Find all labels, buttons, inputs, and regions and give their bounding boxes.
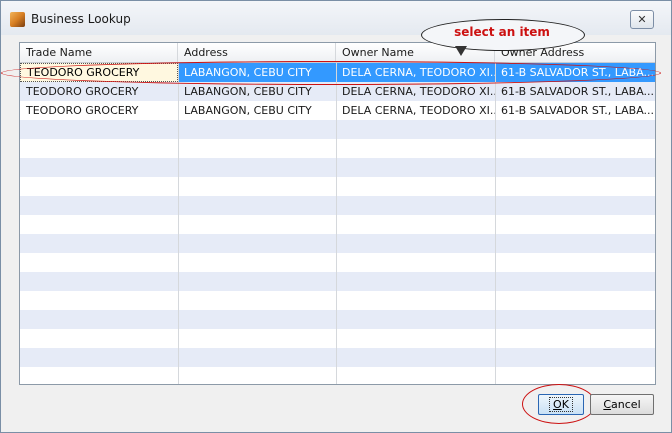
empty-row — [20, 348, 655, 367]
table-cell[interactable]: 61-B SALVADOR ST., LABA... — [495, 82, 655, 101]
empty-row — [20, 253, 655, 272]
table-cell[interactable]: LABANGON, CEBU CITY — [178, 101, 336, 120]
empty-row — [20, 139, 655, 158]
callout-pointer — [455, 46, 467, 56]
column-header-address[interactable]: Address — [178, 43, 336, 62]
empty-row — [20, 329, 655, 348]
table-cell[interactable]: TEODORO GROCERY — [20, 101, 178, 120]
selection-highlight-annotation — [1, 61, 661, 85]
empty-row — [20, 367, 655, 384]
empty-row — [20, 272, 655, 291]
empty-row — [20, 196, 655, 215]
business-grid[interactable]: Trade Name Address Owner Name Owner Addr… — [19, 42, 656, 385]
empty-row — [20, 215, 655, 234]
callout-text: select an item — [454, 25, 550, 39]
cancel-mnemonic: C — [603, 398, 612, 411]
table-row[interactable]: TEODORO GROCERY LABANGON, CEBU CITY DELA C… — [20, 101, 655, 120]
empty-row — [20, 234, 655, 253]
column-divider — [495, 63, 496, 384]
column-divider — [178, 63, 179, 384]
column-header-trade-name[interactable]: Trade Name — [20, 43, 178, 62]
window-title: Business Lookup — [31, 12, 131, 26]
table-cell[interactable]: TEODORO GROCERY — [20, 82, 178, 101]
empty-row — [20, 291, 655, 310]
business-lookup-dialog: Business Lookup ✕ Trade Name Address Own… — [0, 0, 672, 433]
empty-row — [20, 120, 655, 139]
cancel-button[interactable]: Cancel — [590, 394, 654, 415]
table-cell[interactable]: 61-B SALVADOR ST., LABA... — [495, 101, 655, 120]
cancel-label: ancel — [611, 398, 641, 411]
table-cell[interactable]: DELA CERNA, TEODORO XI... — [336, 101, 495, 120]
grid-body: TEODORO GROCERY LABANGON, CEBU CITY DELA C… — [20, 63, 655, 384]
empty-row — [20, 310, 655, 329]
ok-button-annotation — [522, 384, 596, 424]
column-divider — [336, 63, 337, 384]
close-button[interactable]: ✕ — [630, 10, 654, 29]
empty-row — [20, 177, 655, 196]
empty-row — [20, 158, 655, 177]
close-icon: ✕ — [637, 13, 647, 26]
app-icon — [10, 12, 25, 27]
